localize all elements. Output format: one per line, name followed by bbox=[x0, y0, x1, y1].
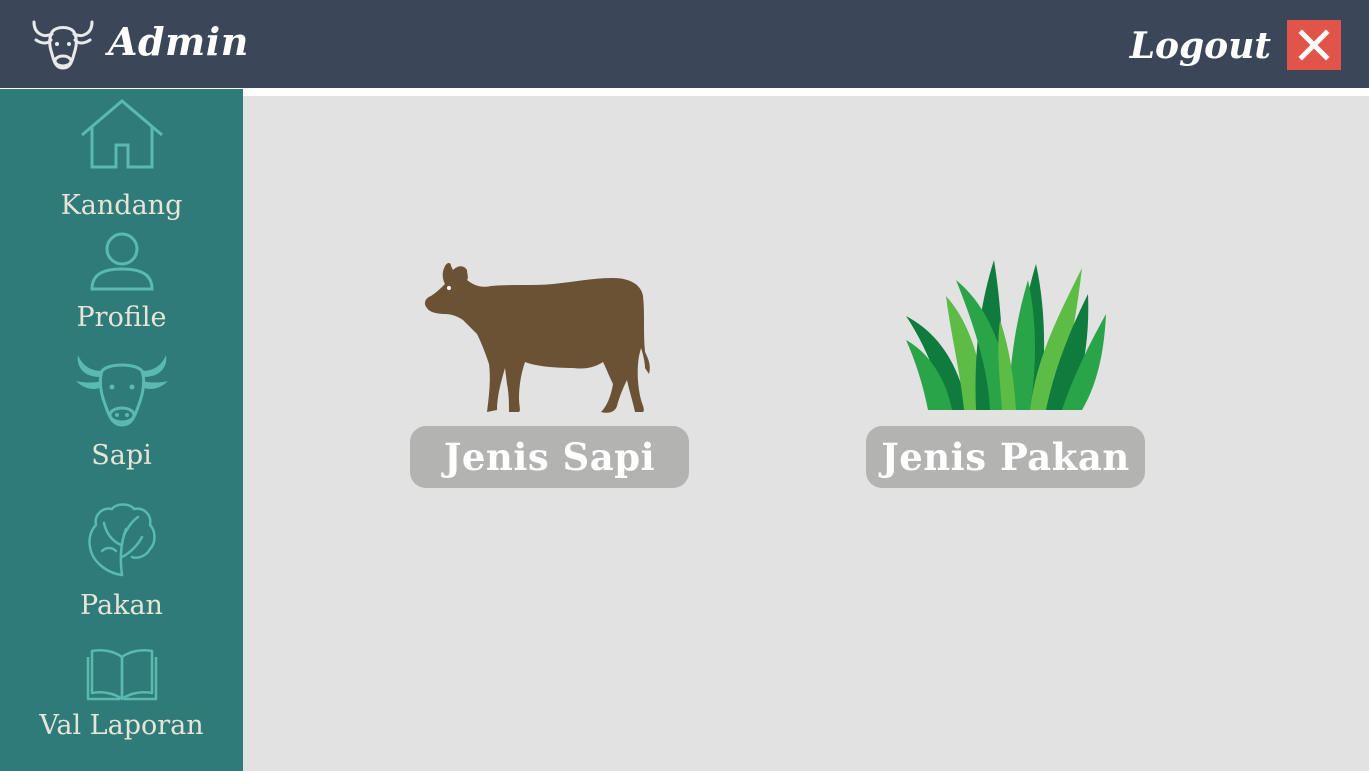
lettuce-icon bbox=[88, 503, 156, 577]
sidebar-item-kandang[interactable]: Kandang bbox=[0, 97, 243, 221]
sidebar: Kandang Profile Sapi Pakan Val Laporan bbox=[0, 89, 243, 771]
sidebar-item-label: Sapi bbox=[91, 440, 152, 471]
user-icon bbox=[90, 232, 154, 291]
sidebar-item-label: Profile bbox=[76, 302, 167, 333]
sidebar-item-sapi[interactable]: Sapi bbox=[0, 353, 243, 473]
jenis-pakan-button[interactable]: Jenis Pakan bbox=[866, 426, 1145, 488]
cow-icon bbox=[424, 263, 650, 413]
logout-link[interactable]: Logout bbox=[1130, 20, 1271, 72]
logout-button[interactable] bbox=[1287, 20, 1341, 70]
main-content: Jenis Sapi Jenis Pakan bbox=[243, 96, 1369, 771]
card-jenis-sapi[interactable]: Jenis Sapi bbox=[410, 256, 690, 488]
sidebar-item-val-laporan[interactable]: Val Laporan bbox=[0, 645, 243, 765]
open-book-icon bbox=[86, 649, 158, 701]
top-bar: Admin Logout bbox=[0, 0, 1369, 89]
jenis-sapi-button[interactable]: Jenis Sapi bbox=[410, 426, 689, 488]
grass-icon bbox=[906, 260, 1106, 410]
sidebar-item-label: Val Laporan bbox=[39, 710, 204, 741]
app-title: Admin bbox=[108, 19, 249, 64]
cow-head-icon bbox=[32, 20, 94, 70]
sidebar-item-label: Pakan bbox=[80, 590, 163, 621]
close-icon bbox=[1298, 29, 1330, 61]
sidebar-item-label: Kandang bbox=[60, 190, 183, 221]
card-jenis-pakan[interactable]: Jenis Pakan bbox=[866, 256, 1146, 488]
sidebar-item-pakan[interactable]: Pakan bbox=[0, 499, 243, 623]
sidebar-item-profile[interactable]: Profile bbox=[0, 229, 243, 341]
house-icon bbox=[81, 99, 163, 169]
divider bbox=[243, 89, 1369, 96]
cow-head-icon bbox=[76, 355, 168, 427]
